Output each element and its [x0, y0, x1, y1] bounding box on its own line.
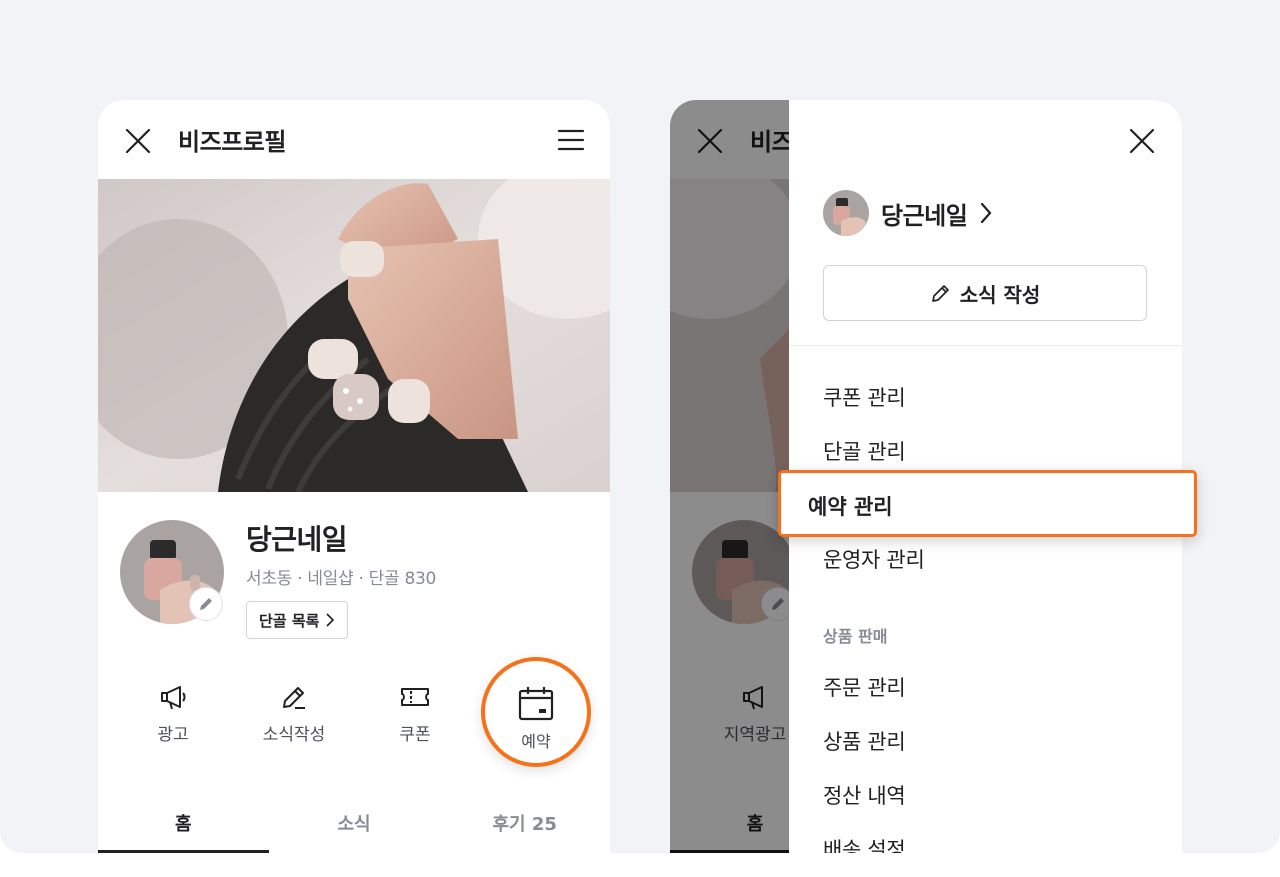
menu-item-reservation[interactable]: 예약 관리: [778, 470, 1197, 537]
app-bar: 비즈프로필: [98, 100, 610, 179]
divider: [789, 345, 1182, 346]
write-post-action-button[interactable]: 소식작성: [234, 668, 354, 745]
menu-item-regulars[interactable]: 단골 관리: [823, 436, 906, 466]
menu-item-operators[interactable]: 운영자 관리: [823, 544, 925, 574]
quick-actions: 광고 소식작성 쿠폰 예약: [98, 657, 610, 778]
tab-reviews[interactable]: 후기 25: [439, 800, 610, 853]
reservation-action-button[interactable]: 예약: [476, 668, 596, 752]
chevron-right-icon: [981, 202, 992, 224]
menu-item-products[interactable]: 상품 관리: [823, 726, 906, 756]
business-meta: 서초동 · 네일샵 · 단골 830: [246, 569, 436, 589]
business-name: 당근네일: [246, 523, 348, 556]
biz-profile-screen: 비즈프로필 당근네일 서초동 · 네일샵 · 단골 830 단골 목록 광고 소…: [98, 100, 610, 853]
tab-home[interactable]: 홈: [98, 800, 269, 853]
menu-item-shipping[interactable]: 배송 설정: [823, 834, 906, 853]
avatar: [823, 190, 869, 236]
pencil-icon: [931, 285, 949, 302]
close-icon[interactable]: [122, 125, 154, 157]
menu-item-coupon[interactable]: 쿠폰 관리: [823, 382, 906, 412]
chevron-right-icon: [326, 613, 335, 627]
drawer-profile-link[interactable]: 당근네일: [823, 190, 993, 236]
calendar-icon: [518, 687, 554, 721]
tab-news[interactable]: 소식: [269, 800, 440, 853]
ticket-icon: [401, 688, 429, 706]
megaphone-icon: [161, 686, 186, 710]
drawer-business-name: 당근네일: [881, 201, 968, 230]
write-post-action-label: 소식작성: [262, 725, 326, 745]
cover-photo: [98, 179, 610, 492]
pencil-icon: [283, 687, 305, 709]
profile-tabs: 홈 소식 후기 25: [98, 800, 610, 853]
write-post-button[interactable]: 소식 작성: [823, 265, 1147, 321]
write-post-label: 소식 작성: [959, 282, 1041, 307]
page-title: 비즈프로필: [178, 128, 286, 156]
coupon-action-button[interactable]: 쿠폰: [355, 668, 475, 745]
menu-item-reservation-label: 예약 관리: [808, 495, 893, 519]
regulars-list-label: 단골 목록: [259, 611, 320, 630]
edit-avatar-button[interactable]: [189, 587, 223, 621]
close-icon[interactable]: [1127, 126, 1157, 156]
reservation-action-label: 예약: [521, 732, 551, 751]
menu-item-orders[interactable]: 주문 관리: [823, 672, 906, 702]
section-label-product-sales: 상품 판매: [823, 627, 888, 646]
canvas: 비즈프로필 당근네일 서초동 · 네일샵 · 단골 830 단골 목록 광고 소…: [0, 0, 1280, 853]
hamburger-icon[interactable]: [556, 125, 586, 155]
ad-action-label: 광고: [157, 725, 189, 745]
pencil-icon: [200, 598, 212, 610]
ad-action-button[interactable]: 광고: [113, 668, 233, 745]
menu-item-settlement[interactable]: 정산 내역: [823, 780, 906, 810]
regulars-list-button[interactable]: 단골 목록: [246, 601, 349, 639]
coupon-action-label: 쿠폰: [399, 725, 431, 745]
